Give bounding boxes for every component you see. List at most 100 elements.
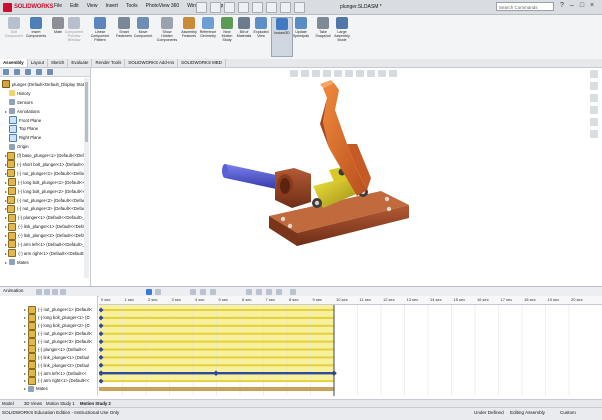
tree-item[interactable]: ▸ (-) nut_plunger<1> (Default<<Default> [2,169,88,178]
tree-item[interactable]: ▸ (f) base_plunger<1> (Default<<Defaul [2,151,88,160]
tab-motion-study-1[interactable]: Motion Study 1 [46,401,75,406]
tree-item[interactable]: History [2,89,88,98]
motion-tree-item[interactable]: ▸ (-) plunger<1> (Default<< [0,345,97,354]
rebuild-icon[interactable] [280,2,291,13]
new-doc-icon[interactable] [196,2,207,13]
cmd-insert-components[interactable]: Insert Components [25,17,47,57]
autokey-icon[interactable] [190,288,196,295]
apply-scene-icon[interactable] [378,70,386,77]
property-manager-tab-icon[interactable] [14,69,20,75]
save-icon[interactable] [224,2,235,13]
feature-tree-scrollbar[interactable] [84,78,89,278]
view-settings-icon[interactable] [389,70,397,77]
help-button[interactable]: ? [560,2,564,9]
motion-tree-item[interactable]: ▸ (-) link_plunger<1> (Defaul [0,353,97,362]
previous-view-icon[interactable] [312,70,320,77]
motion-tree-item[interactable]: ▸ (-) long bolt_plunger<1> (D [0,313,97,322]
tab-motion-study-2[interactable]: Motion Study 2 [80,401,111,406]
calculate-icon[interactable] [36,288,42,295]
play-icon[interactable] [52,288,58,295]
tab-sketch[interactable]: Sketch [48,59,69,67]
menu-item-view[interactable]: View [87,3,98,9]
solidworks-logo[interactable]: SOLIDWORKS [3,2,54,12]
tab-3d-views[interactable]: 3D Views [24,401,42,406]
motion-tree-item[interactable]: ▸ (-) arm left<1> (Default<< [0,369,97,378]
menu-item-insert[interactable]: Insert [105,3,118,9]
dimxpert-tab-icon[interactable] [36,69,42,75]
timeline-graph[interactable] [98,296,602,396]
options-icon[interactable] [294,2,305,13]
tree-item[interactable]: Sensors [2,98,88,107]
hide-show-items-icon[interactable] [356,70,364,77]
tab-render-tools[interactable]: Render Tools [92,59,126,67]
tree-item[interactable]: ▸ (-) nut_plunger<2> (Default<<Default> [2,196,88,205]
view-orientation-icon[interactable] [334,70,342,77]
display-style-icon[interactable] [345,70,353,77]
motion-tree-item[interactable]: ▸ (-) nut_plunger<1> (Default< [0,306,97,314]
plunger-assembly-model[interactable] [91,68,602,286]
results-plots-icon[interactable] [290,288,296,295]
maximize-button[interactable]: □ [580,2,584,9]
study-type-select[interactable]: Animation [3,288,23,293]
cmd-exploded-view[interactable]: Exploded View [250,17,272,57]
menu-item-edit[interactable]: Edit [70,3,79,9]
tab-model[interactable]: Model [2,401,14,406]
gravity-icon[interactable] [276,288,282,295]
print-icon[interactable] [238,2,249,13]
tree-item[interactable]: ▸ (-) plunger<1> (Default<<Default>_D [2,213,88,222]
tree-item[interactable]: ▸ Annotations [2,107,88,116]
undo-icon[interactable] [252,2,263,13]
tree-item[interactable]: Origin [2,142,88,151]
stop-icon[interactable] [60,288,66,295]
tab-solidworks-mbd[interactable]: SOLIDWORKS MBD [178,59,226,67]
component-time-bar[interactable] [99,380,334,383]
tree-item[interactable]: ▸ (-) long bolt_plunger<1> (Default<<D [2,178,88,187]
tab-assembly[interactable]: Assembly [0,59,28,67]
cmd-move-component[interactable]: Move Component [132,17,154,57]
tab-solidworks-add-ins[interactable]: SOLIDWORKS Add-Ins [125,59,179,67]
play-from-start-icon[interactable] [44,288,50,295]
design-library-icon[interactable] [590,82,598,90]
component-time-bar[interactable] [99,364,334,367]
units-selector[interactable]: Custom [560,410,576,415]
tree-item[interactable]: ▸ (-) arm right<1> (Default<<Default>_ [2,249,88,258]
playback-speed-icon[interactable] [146,288,152,295]
add-key-icon[interactable] [200,288,206,295]
motion-tree-item[interactable]: ▸ (-) arm right<1> (Default<< [0,377,97,385]
tree-item[interactable]: Top Plane [2,124,88,133]
save-animation-icon[interactable] [155,288,161,295]
spring-icon[interactable] [256,288,262,295]
motor-icon[interactable] [246,288,252,295]
tab-evaluate[interactable]: Evaluate [68,59,93,67]
section-view-icon[interactable] [323,70,331,77]
component-time-bar[interactable] [99,340,334,343]
cmd-show-hidden-components[interactable]: Show Hidden Components [156,17,178,57]
edit-appearance-icon[interactable] [367,70,375,77]
motion-tree-item[interactable]: ▸ (-) nut_plunger<2> (Default< [0,329,97,338]
component-time-bar[interactable] [99,332,334,335]
zoom-to-fit-icon[interactable] [290,70,298,77]
animation-wizard-icon[interactable] [210,288,216,295]
minimize-button[interactable]: – [570,2,574,9]
tree-item[interactable]: Right Plane [2,133,88,142]
plunger-rod[interactable] [225,164,281,190]
tree-item[interactable]: Front Plane [2,116,88,125]
configuration-tab-icon[interactable] [25,69,31,75]
zoom-area-icon[interactable] [301,70,309,77]
select-icon[interactable] [266,2,277,13]
tree-item[interactable]: ▸ (-) link_plunger<1> (Default<<Defaul [2,222,88,231]
tree-item[interactable]: ▸ (-) arm left<1> (Default<<Default>_D [2,240,88,249]
open-doc-icon[interactable] [210,2,221,13]
cmd-update-speedpak[interactable]: Update Speedpak [290,17,312,57]
scrollbar-thumb[interactable] [85,82,88,142]
component-time-bar[interactable] [99,356,334,359]
motion-tree-item[interactable]: ▸ Mates [0,385,97,393]
tree-root[interactable]: plunger (Default<Default_Display State [2,80,88,89]
menu-item-tools[interactable]: Tools [126,3,138,9]
motion-tree-item[interactable]: ▸ (-) long bolt_plunger<2> (D [0,321,97,330]
component-time-bar[interactable] [99,316,334,319]
view-palette-icon[interactable] [590,106,598,114]
display-manager-tab-icon[interactable] [47,69,53,75]
motion-tree-item[interactable]: ▸ (-) link_plunger<2> (Defaul [0,361,97,370]
file-explorer-icon[interactable] [590,94,598,102]
